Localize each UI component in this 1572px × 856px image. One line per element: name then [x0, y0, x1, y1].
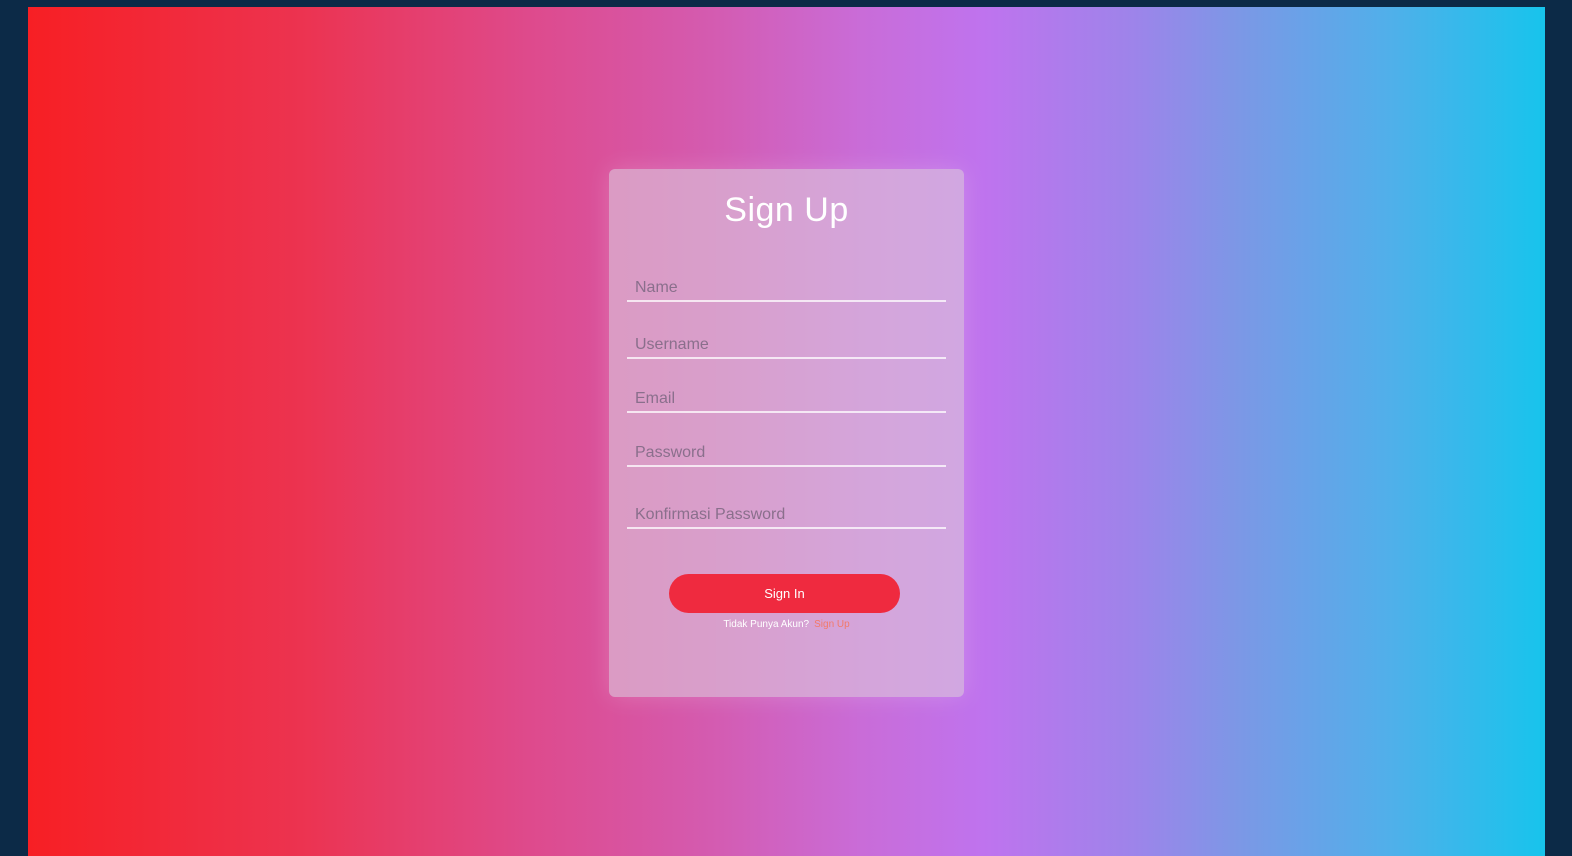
gradient-background: Sign Up Sign In Tidak Punya Akun? Sign Up	[28, 7, 1545, 856]
email-field-wrapper	[627, 385, 946, 413]
username-field-wrapper	[627, 331, 946, 359]
username-input[interactable]	[635, 333, 942, 357]
footer-text: Tidak Punya Akun?	[723, 619, 810, 630]
confirm-password-field-wrapper	[627, 501, 946, 529]
sign-up-link[interactable]: Sign Up	[814, 619, 850, 630]
email-input[interactable]	[635, 387, 942, 411]
page-title: Sign Up	[724, 191, 849, 229]
name-input[interactable]	[635, 276, 942, 300]
signup-footer: Tidak Punya Akun? Sign Up	[609, 619, 964, 630]
confirm-password-input[interactable]	[635, 503, 942, 527]
signup-card: Sign Up Sign In Tidak Punya Akun? Sign Up	[609, 169, 964, 697]
name-field-wrapper	[627, 274, 946, 302]
password-input[interactable]	[635, 441, 942, 465]
password-field-wrapper	[627, 439, 946, 467]
sign-in-button[interactable]: Sign In	[669, 574, 900, 613]
